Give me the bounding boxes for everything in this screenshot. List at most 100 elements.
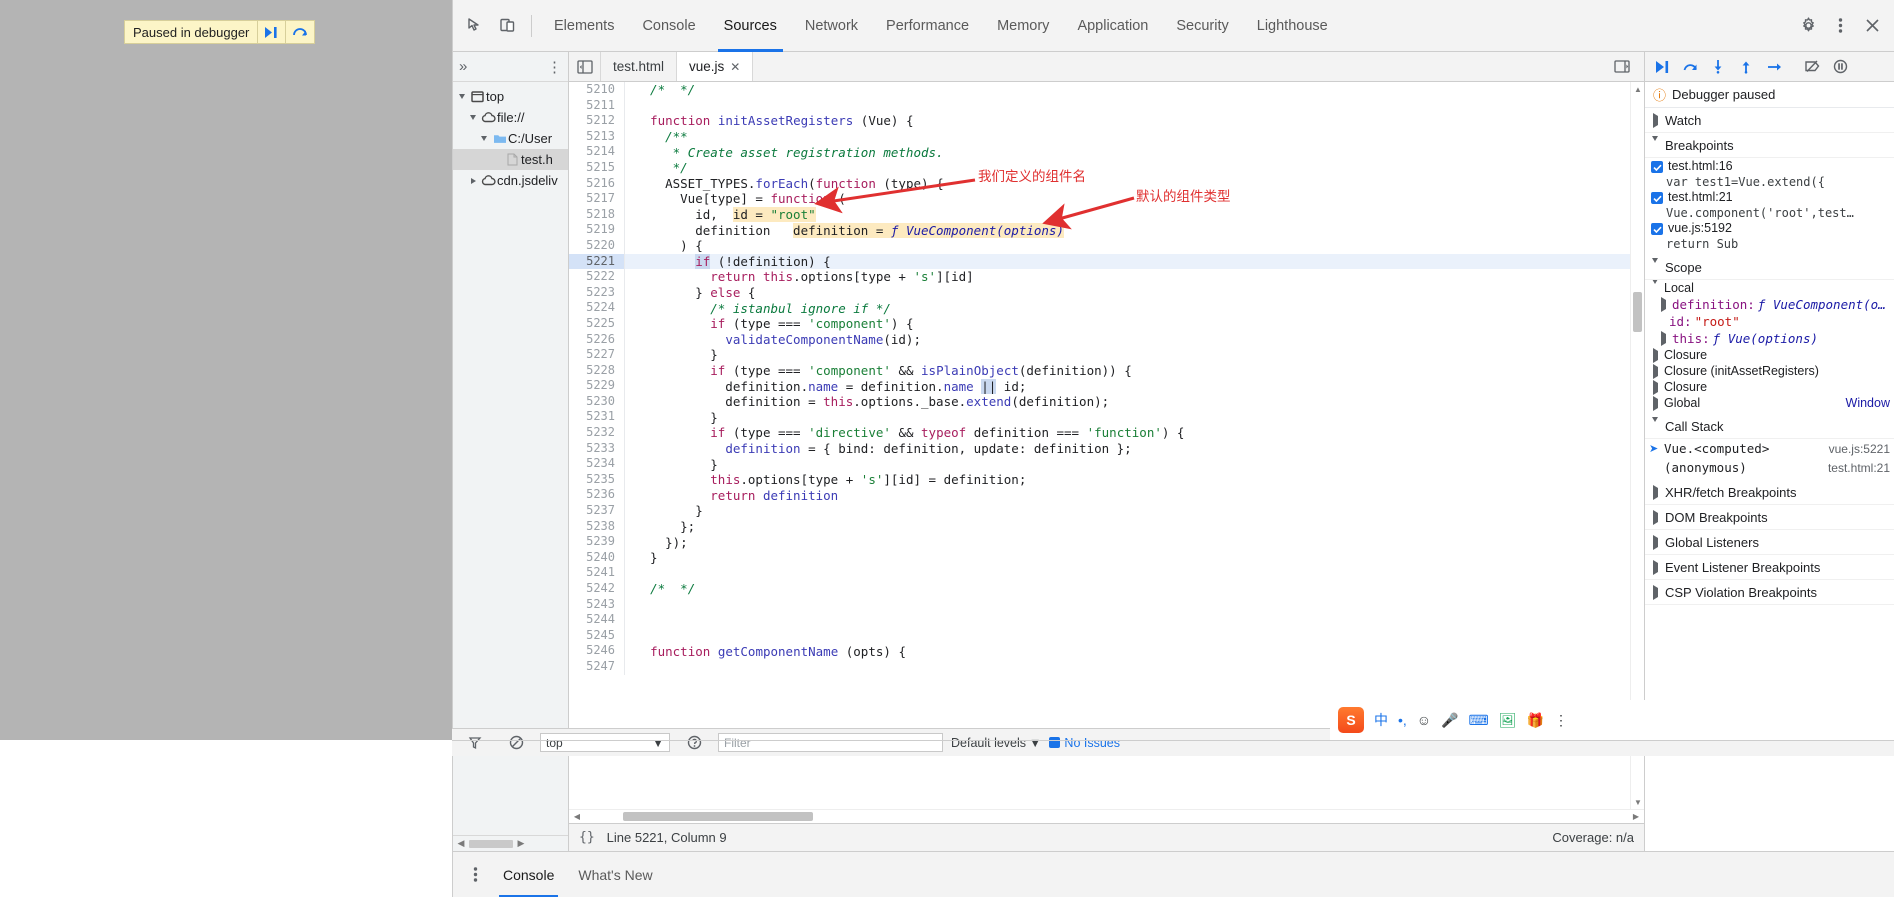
section-scope[interactable]: Scope <box>1645 255 1894 280</box>
ime-screenshot[interactable]: 🖼 <box>1499 712 1517 729</box>
section-csp-violation-breakpoints[interactable]: CSP Violation Breakpoints <box>1645 580 1894 605</box>
more-vertical-icon[interactable] <box>1825 11 1855 41</box>
help-circle-icon[interactable] <box>679 728 709 758</box>
line-number[interactable]: 5212 <box>569 113 625 129</box>
code-line[interactable]: 5236 return definition <box>569 487 1644 504</box>
breakpoint-item[interactable]: test.html:16 <box>1645 158 1894 175</box>
code-text[interactable]: definition = { bind: definition, update:… <box>625 441 1131 456</box>
line-number[interactable]: 5234 <box>569 456 625 472</box>
ime-emoji[interactable]: ☺ <box>1417 712 1431 728</box>
code-line[interactable]: 5245 <box>569 627 1644 644</box>
code-text[interactable]: return this.options[type + 's'][id] <box>625 269 973 284</box>
line-number[interactable]: 5219 <box>569 222 625 238</box>
scope-var-this[interactable]: this: ƒ Vue(options) <box>1645 330 1894 347</box>
code-line[interactable]: 5214 * Create asset registration methods… <box>569 144 1644 160</box>
tree-item-cdn-jsdelivr[interactable]: cdn.jsdeliv <box>453 170 568 191</box>
inspect-element-icon[interactable] <box>460 11 490 41</box>
line-number[interactable]: 5246 <box>569 643 625 659</box>
code-text[interactable]: ASSET_TYPES.forEach(function (type) { <box>625 176 944 191</box>
console-levels-selector[interactable]: Default levels ▼ <box>951 736 1041 750</box>
navigator-more-icon[interactable]: ⋮ <box>547 58 562 76</box>
line-number[interactable]: 5236 <box>569 487 625 504</box>
sogou-logo[interactable]: S <box>1338 707 1364 733</box>
code-line[interactable]: 5232 if (type === 'directive' && typeof … <box>569 425 1644 441</box>
line-number[interactable]: 5210 <box>569 82 625 98</box>
line-number[interactable]: 5247 <box>569 658 625 675</box>
step-over-next-icon[interactable] <box>1677 54 1703 80</box>
code-line[interactable]: 5231 } <box>569 409 1644 426</box>
scroll-left-icon[interactable]: ◀ <box>455 838 467 849</box>
collapse-triangle-icon[interactable] <box>1649 395 1661 411</box>
line-number[interactable]: 5229 <box>569 378 625 394</box>
section-global-listeners[interactable]: Global Listeners <box>1645 530 1894 555</box>
breakpoint-checkbox[interactable] <box>1651 161 1663 173</box>
chevron-down-icon[interactable]: ▼ <box>1029 736 1041 750</box>
line-number[interactable]: 5243 <box>569 596 625 613</box>
line-number[interactable]: 5216 <box>569 175 625 192</box>
collapse-triangle-icon[interactable] <box>1649 584 1661 600</box>
expand-triangle-icon[interactable] <box>1649 257 1661 272</box>
breakpoint-item[interactable]: test.html:21 <box>1645 189 1894 206</box>
show-navigator-icon[interactable] <box>569 52 601 81</box>
code-line[interactable]: 5242 /* */ <box>569 581 1644 597</box>
line-number[interactable]: 5237 <box>569 503 625 519</box>
tree-item-user-folder[interactable]: C:/User <box>453 128 568 149</box>
close-icon[interactable] <box>1857 11 1887 41</box>
editor-tab-vue-js[interactable]: vue.js ✕ <box>677 52 754 81</box>
code-line[interactable]: 5243 <box>569 596 1644 613</box>
tree-item-test-html[interactable]: test.h <box>453 149 568 170</box>
line-number[interactable]: 5221 <box>569 253 625 270</box>
code-line[interactable]: 5222 return this.options[type + 's'][id] <box>569 269 1644 285</box>
code-text[interactable]: */ <box>625 160 688 175</box>
code-text[interactable]: } <box>625 457 718 472</box>
line-number[interactable]: 5240 <box>569 549 625 566</box>
scroll-right-icon[interactable]: ▶ <box>515 838 527 849</box>
code-text[interactable]: * Create asset registration methods. <box>625 145 944 160</box>
code-text[interactable]: Vue[type] = function ( <box>625 191 846 206</box>
code-line[interactable]: 5234 } <box>569 456 1644 472</box>
code-line[interactable]: 5246 function getComponentName (opts) { <box>569 643 1644 659</box>
chevron-down-icon[interactable]: ▼ <box>652 736 664 750</box>
expand-triangle-icon[interactable] <box>1657 331 1669 346</box>
section-breakpoints[interactable]: Breakpoints <box>1645 133 1894 158</box>
code-line[interactable]: 5219 definition definition = ƒ VueCompon… <box>569 222 1644 238</box>
code-line[interactable]: 5211 <box>569 97 1644 114</box>
collapse-triangle-icon[interactable] <box>1649 484 1661 500</box>
code-line[interactable]: 5226 validateComponentName(id); <box>569 331 1644 348</box>
step-out-icon[interactable] <box>1733 54 1759 80</box>
code-text[interactable]: function getComponentName (opts) { <box>625 644 906 659</box>
breakpoint-checkbox[interactable] <box>1651 223 1663 235</box>
line-number[interactable]: 5239 <box>569 534 625 550</box>
code-text[interactable]: function initAssetRegisters (Vue) { <box>625 113 913 128</box>
tab-elements[interactable]: Elements <box>540 0 628 52</box>
editor-horizontal-scrollbar[interactable]: ◀ ▶ <box>569 809 1644 823</box>
tab-sources[interactable]: Sources <box>710 0 791 52</box>
console-issues-button[interactable]: No Issues <box>1049 736 1120 750</box>
overlay-step-over-icon[interactable] <box>286 21 314 43</box>
code-text[interactable]: this.options[type + 's'][id] = definitio… <box>625 472 1026 487</box>
drawer-more-icon[interactable] <box>460 860 490 890</box>
scroll-left-icon[interactable]: ◀ <box>571 812 583 821</box>
code-line[interactable]: 5247 <box>569 658 1644 675</box>
code-line[interactable]: 5224 /* istanbul ignore if */ <box>569 300 1644 316</box>
code-text[interactable]: /* */ <box>625 82 695 97</box>
tree-item-top[interactable]: top <box>453 86 568 107</box>
code-text[interactable]: /* istanbul ignore if */ <box>625 301 891 316</box>
line-number[interactable]: 5211 <box>569 97 625 114</box>
expand-triangle-icon[interactable] <box>477 136 491 141</box>
expand-triangle-icon[interactable] <box>1649 416 1661 431</box>
scrollbar-thumb[interactable] <box>469 839 513 848</box>
ime-menu[interactable]: ⋮ <box>1554 712 1568 729</box>
scrollbar-thumb[interactable] <box>623 812 813 821</box>
navigator-horizontal-scrollbar[interactable]: ◀ ▶ <box>453 835 568 851</box>
code-line[interactable]: 5213 /** <box>569 128 1644 145</box>
code-line[interactable]: 5228 if (type === 'component' && isPlain… <box>569 362 1644 379</box>
code-text[interactable]: /** <box>625 129 688 144</box>
resume-script-icon[interactable] <box>1649 54 1675 80</box>
scope-group-local[interactable]: Local <box>1645 280 1894 296</box>
code-line[interactable]: 5227 } <box>569 347 1644 363</box>
code-line[interactable]: 5212 function initAssetRegisters (Vue) { <box>569 113 1644 129</box>
expand-triangle-icon[interactable] <box>1657 297 1669 312</box>
drawer-tab-console[interactable]: Console <box>491 852 566 897</box>
overlay-resume-icon[interactable] <box>258 21 287 43</box>
